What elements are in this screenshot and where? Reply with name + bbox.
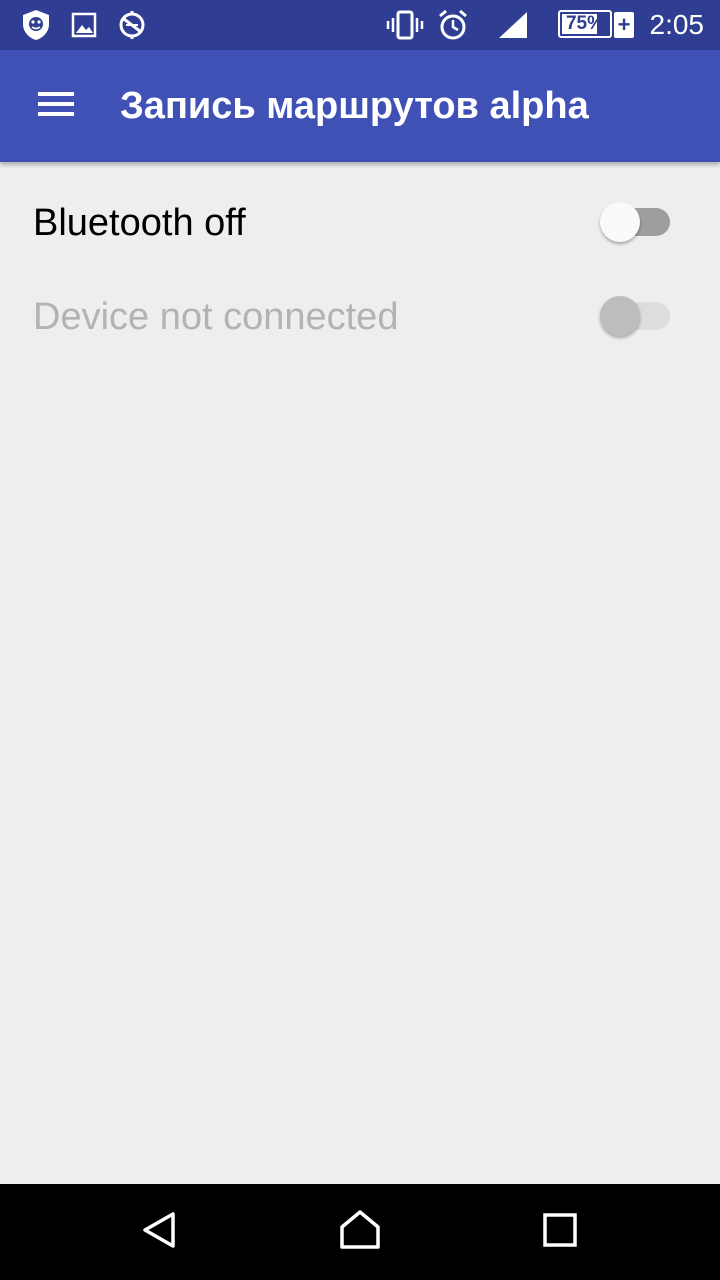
hamburger-menu-icon	[36, 88, 76, 125]
home-icon	[338, 1209, 382, 1256]
alarm-icon	[436, 9, 470, 40]
image-notification-icon	[70, 10, 98, 40]
vibrate-icon	[386, 10, 424, 40]
shield-notification-icon	[20, 10, 52, 40]
status-bar: 75% + 2:05	[0, 0, 720, 50]
device-row: Device not connected	[0, 256, 720, 350]
bluetooth-switch-thumb	[600, 202, 640, 242]
bluetooth-label: Bluetooth off	[33, 202, 246, 244]
bluetooth-switch[interactable]	[600, 200, 672, 244]
no-sync-icon	[116, 10, 148, 40]
bluetooth-row[interactable]: Bluetooth off	[0, 162, 720, 256]
battery-icon: 75%	[558, 10, 612, 38]
signal-icon	[496, 10, 530, 40]
recents-icon	[542, 1212, 578, 1253]
status-time: 2:05	[649, 9, 705, 40]
charging-plus-icon: +	[614, 12, 634, 38]
app-bar: Запись маршрутов alpha	[0, 50, 720, 162]
device-switch	[600, 294, 672, 338]
hamburger-menu-button[interactable]	[20, 72, 92, 140]
battery-percent: 75%	[565, 13, 605, 34]
device-label: Device not connected	[33, 296, 399, 338]
home-button[interactable]	[330, 1202, 390, 1262]
device-switch-thumb	[600, 296, 640, 336]
back-button[interactable]	[130, 1202, 190, 1262]
back-icon	[140, 1210, 180, 1255]
navigation-bar	[0, 1184, 720, 1280]
recents-button[interactable]	[530, 1202, 590, 1262]
app-title: Запись маршрутов alpha	[120, 85, 589, 127]
